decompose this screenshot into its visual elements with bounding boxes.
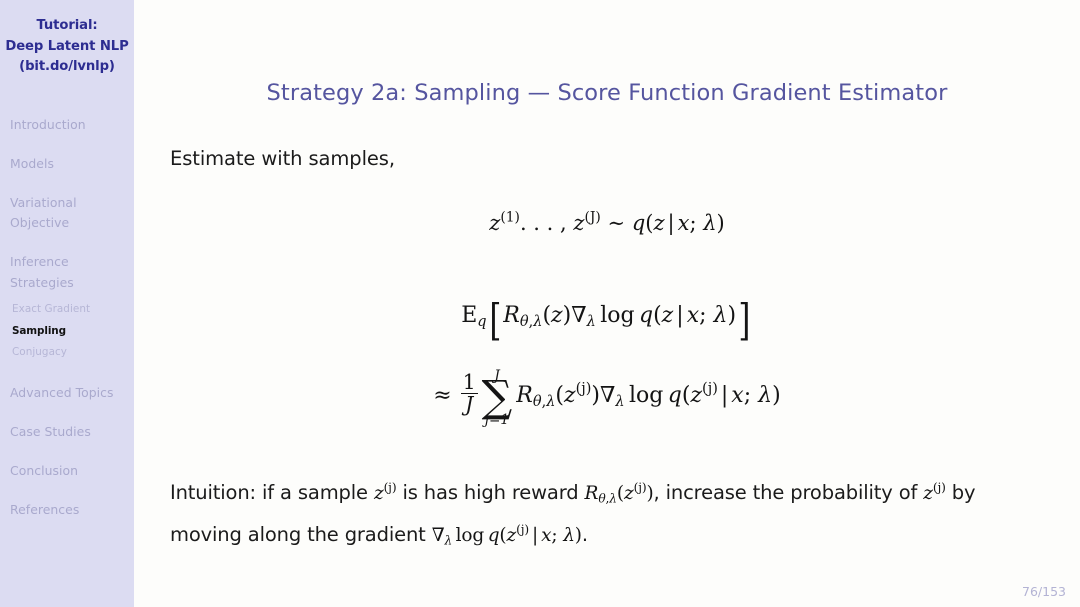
intuition-part-2: is has high reward bbox=[396, 481, 585, 504]
sidebar-title-line-2: Deep Latent NLP bbox=[5, 38, 129, 54]
intuition-math-gradient: ∇λ log q(z(j) | x; λ) bbox=[431, 522, 582, 548]
intuition-paragraph: Intuition: if a sample z(j) is has high … bbox=[170, 472, 1046, 556]
equation-sampling-expr: z(1). . . , z(J) ∼ q(z | x; λ) bbox=[489, 209, 725, 235]
intuition-part-5: . bbox=[581, 523, 588, 546]
equation-expectation: Eq[Rθ,λ(z)∇λ log q(z | x; λ)] bbox=[134, 296, 1080, 346]
sidebar-item-label: Case Studies bbox=[10, 423, 91, 439]
intuition-part-1: if a sample bbox=[255, 481, 374, 504]
intuition-math-z-j-2: z(j) bbox=[923, 480, 946, 504]
sidebar-item-label: Exact Gradient bbox=[12, 303, 91, 315]
equation-estimator: ≈ 1 J J ∑ j=1 Rθ,λ(z(j))∇λ log q(z(j) | x; λ) bbox=[134, 368, 1080, 429]
intuition-math-reward: Rθ,λ(z(j)) bbox=[584, 480, 654, 506]
sidebar-item-advanced-topics[interactable]: Advanced Topics bbox=[0, 383, 134, 404]
intro-text: Estimate with samples, bbox=[170, 147, 395, 170]
sidebar-item-introduction[interactable]: Introduction bbox=[0, 115, 134, 136]
intuition-part-3: , increase the probability of bbox=[653, 481, 924, 504]
sidebar-item-variational-objective[interactable]: Variational Objective bbox=[0, 193, 110, 234]
sidebar-item-label: Models bbox=[10, 155, 54, 171]
sidebar-item-case-studies[interactable]: Case Studies bbox=[0, 422, 134, 443]
sidebar-item-conclusion[interactable]: Conclusion bbox=[0, 461, 134, 482]
sidebar-nav: Introduction Models Variational Objectiv… bbox=[0, 115, 134, 521]
sidebar-item-label: References bbox=[10, 501, 80, 517]
sidebar-subgroup-inference: Exact Gradient Sampling Conjugacy bbox=[0, 299, 134, 364]
sidebar: Tutorial: Deep Latent NLP (bit.do/lvnlp)… bbox=[0, 0, 134, 607]
equation-sampling: z(1). . . , z(J) ∼ q(z | x; λ) bbox=[134, 209, 1080, 235]
equation-estimator-expr: ≈ 1 J J ∑ j=1 Rθ,λ(z(j))∇λ log q(z(j) | x; λ) bbox=[433, 368, 781, 429]
slide-content: Strategy 2a: Sampling — Score Function G… bbox=[134, 0, 1080, 607]
page-number: 76/153 bbox=[1022, 584, 1066, 599]
sidebar-item-inference-strategies[interactable]: Inference Strategies bbox=[0, 252, 100, 293]
slide-root: Tutorial: Deep Latent NLP (bit.do/lvnlp)… bbox=[0, 0, 1080, 607]
sidebar-title[interactable]: Tutorial: Deep Latent NLP (bit.do/lvnlp) bbox=[0, 16, 134, 78]
sidebar-item-models[interactable]: Models bbox=[0, 154, 134, 175]
sidebar-item-label: Conjugacy bbox=[12, 346, 67, 358]
sidebar-item-conjugacy[interactable]: Conjugacy bbox=[0, 342, 134, 364]
sidebar-item-exact-gradient[interactable]: Exact Gradient bbox=[0, 299, 134, 321]
intuition-lead: Intuition: bbox=[170, 481, 256, 504]
sidebar-title-line-3: (bit.do/lvnlp) bbox=[19, 59, 115, 74]
equation-expectation-expr: Eq[Rθ,λ(z)∇λ log q(z | x; λ)] bbox=[461, 296, 751, 346]
sidebar-item-sampling[interactable]: Sampling bbox=[0, 321, 134, 343]
page-title: Strategy 2a: Sampling — Score Function G… bbox=[266, 80, 948, 106]
sidebar-item-label: Advanced Topics bbox=[10, 384, 114, 400]
sidebar-item-label: Sampling bbox=[12, 324, 66, 337]
sidebar-item-references[interactable]: References bbox=[0, 500, 134, 521]
intuition-math-z-j-1: z(j) bbox=[373, 480, 397, 504]
sidebar-item-label: Conclusion bbox=[10, 462, 79, 478]
sidebar-item-label: Inference Strategies bbox=[10, 254, 74, 290]
sidebar-item-label: Variational Objective bbox=[10, 194, 77, 231]
sidebar-item-label: Introduction bbox=[10, 116, 86, 132]
sidebar-title-line-1: Tutorial: bbox=[36, 18, 98, 33]
